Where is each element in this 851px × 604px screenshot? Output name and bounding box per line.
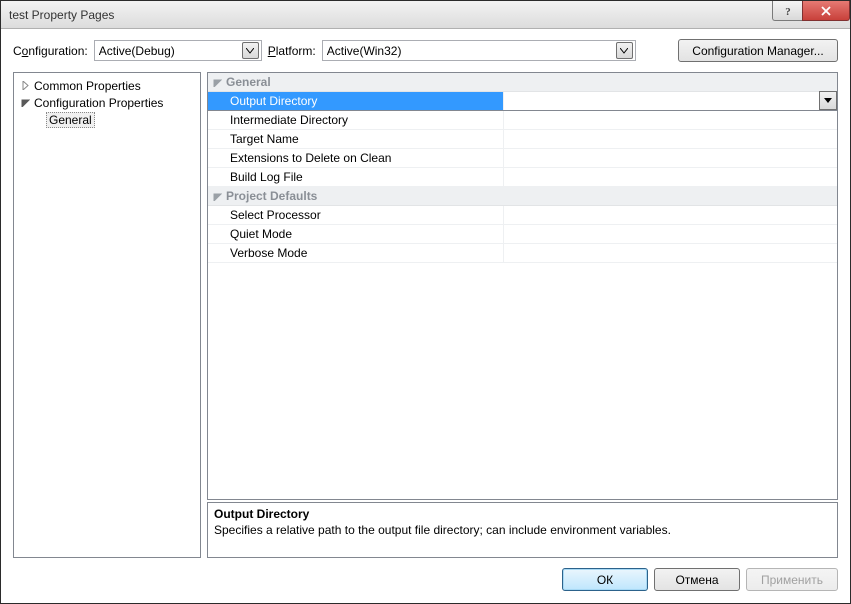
right-column: General Output Directory Intermediate Di…: [207, 72, 838, 558]
property-name: Verbose Mode: [208, 244, 504, 262]
svg-text:?: ?: [785, 6, 791, 17]
property-row-verbose-mode[interactable]: Verbose Mode: [208, 244, 837, 263]
property-row-select-processor[interactable]: Select Processor: [208, 206, 837, 225]
category-general[interactable]: General: [208, 73, 837, 92]
chevron-down-icon[interactable]: [242, 42, 259, 59]
dialog-footer: ОК Отмена Применить: [13, 558, 838, 591]
property-row-output-directory[interactable]: Output Directory: [208, 92, 837, 111]
property-name: Select Processor: [208, 206, 504, 224]
property-name: Quiet Mode: [208, 225, 504, 243]
property-name: Extensions to Delete on Clean: [208, 149, 504, 167]
platform-label: Platform:: [268, 44, 316, 58]
tree-collapse-icon[interactable]: [208, 78, 226, 87]
property-row-extensions-delete-clean[interactable]: Extensions to Delete on Clean: [208, 149, 837, 168]
platform-value: Active(Win32): [327, 44, 616, 58]
navigation-tree[interactable]: Common Properties Configuration Properti…: [13, 72, 201, 558]
tree-node-configuration-properties[interactable]: Configuration Properties: [16, 94, 198, 111]
property-value[interactable]: [504, 168, 837, 186]
property-row-quiet-mode[interactable]: Quiet Mode: [208, 225, 837, 244]
description-pane: Output Directory Specifies a relative pa…: [207, 502, 838, 558]
property-value[interactable]: [504, 225, 837, 243]
ok-button[interactable]: ОК: [562, 568, 648, 591]
tree-node-general[interactable]: General: [16, 111, 198, 128]
property-row-intermediate-directory[interactable]: Intermediate Directory: [208, 111, 837, 130]
property-name: Target Name: [208, 130, 504, 148]
property-value[interactable]: [504, 206, 837, 224]
configuration-label: Configuration:: [13, 44, 88, 58]
config-toolbar: Configuration: Active(Debug) Platform: A…: [13, 39, 838, 62]
property-value[interactable]: [504, 92, 837, 110]
dialog-window: test Property Pages ? Configuration: Act…: [0, 0, 851, 604]
cancel-button[interactable]: Отмена: [654, 568, 740, 591]
tree-collapse-icon[interactable]: [18, 98, 32, 107]
property-row-build-log-file[interactable]: Build Log File: [208, 168, 837, 187]
property-value[interactable]: [504, 149, 837, 167]
platform-combo[interactable]: Active(Win32): [322, 40, 636, 61]
apply-button[interactable]: Применить: [746, 568, 838, 591]
configuration-manager-button[interactable]: Configuration Manager...: [678, 39, 838, 62]
tree-node-common-properties[interactable]: Common Properties: [16, 77, 198, 94]
property-grid[interactable]: General Output Directory Intermediate Di…: [207, 72, 838, 500]
property-value[interactable]: [504, 130, 837, 148]
category-project-defaults[interactable]: Project Defaults: [208, 187, 837, 206]
window-title: test Property Pages: [9, 8, 772, 22]
description-text: Specifies a relative path to the output …: [214, 523, 831, 537]
property-name: Intermediate Directory: [208, 111, 504, 129]
property-value[interactable]: [504, 111, 837, 129]
description-title: Output Directory: [214, 507, 831, 521]
main-area: Common Properties Configuration Properti…: [13, 72, 838, 558]
property-row-target-name[interactable]: Target Name: [208, 130, 837, 149]
dropdown-button[interactable]: [819, 91, 837, 110]
property-value[interactable]: [504, 244, 837, 262]
titlebar-buttons: ?: [772, 1, 850, 28]
chevron-down-icon[interactable]: [616, 42, 633, 59]
configuration-combo[interactable]: Active(Debug): [94, 40, 262, 61]
close-button[interactable]: [802, 1, 850, 21]
tree-collapse-icon[interactable]: [208, 192, 226, 201]
property-name: Build Log File: [208, 168, 504, 186]
property-name: Output Directory: [208, 92, 504, 110]
client-area: Configuration: Active(Debug) Platform: A…: [1, 29, 850, 603]
configuration-value: Active(Debug): [99, 44, 242, 58]
tree-expand-icon[interactable]: [18, 81, 32, 90]
help-button[interactable]: ?: [772, 1, 802, 21]
titlebar[interactable]: test Property Pages ?: [1, 1, 850, 29]
